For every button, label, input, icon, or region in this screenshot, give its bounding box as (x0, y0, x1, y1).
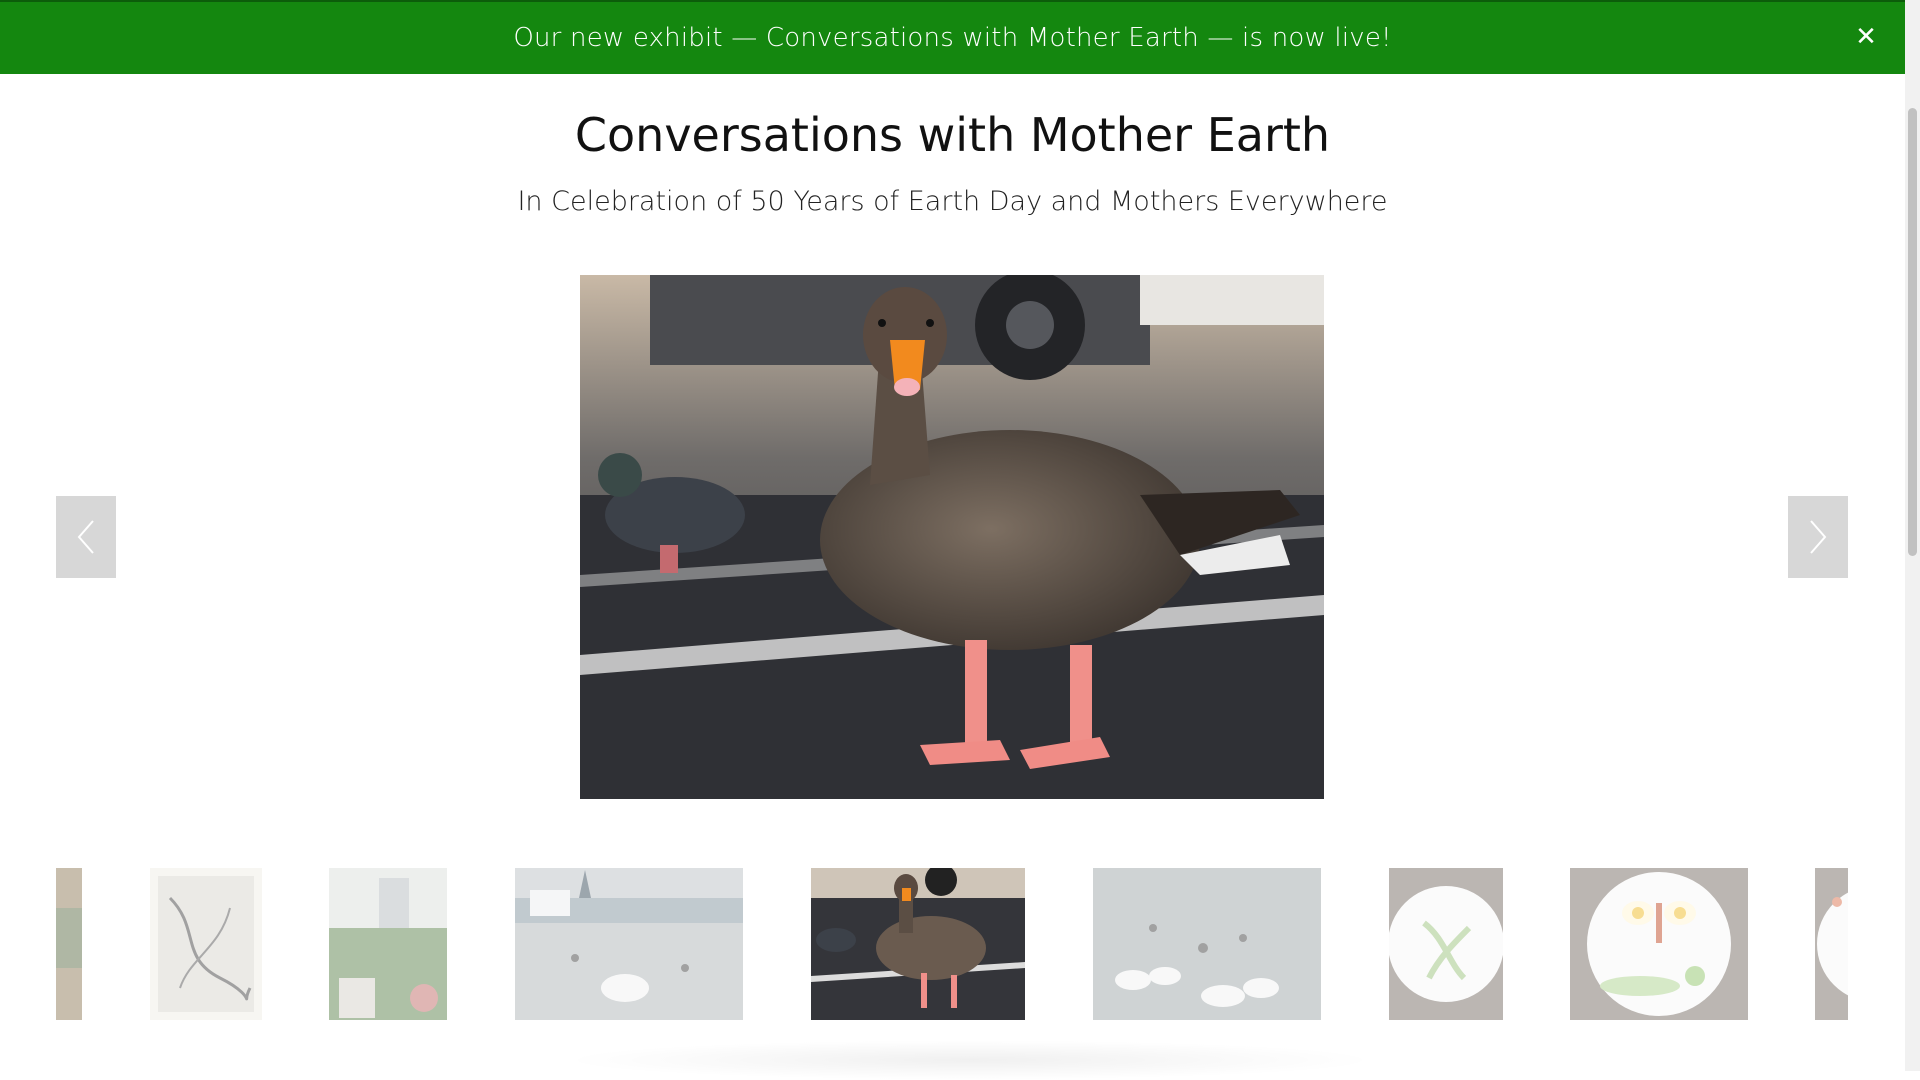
thumbnail-item[interactable] (1093, 868, 1321, 1020)
page-footer-shadow (560, 1040, 1380, 1080)
next-slide-button[interactable] (1788, 496, 1848, 578)
announcement-banner: Our new exhibit — Conversations with Mot… (0, 0, 1905, 74)
thumbnail-item[interactable] (329, 868, 447, 1020)
close-icon[interactable]: ✕ (1853, 24, 1879, 50)
thumbnail-item[interactable] (515, 868, 743, 1020)
page-subtitle: In Celebration of 50 Years of Earth Day … (517, 186, 1388, 217)
thumbnail-strip (56, 868, 1848, 1020)
vertical-scrollbar[interactable] (1905, 0, 1920, 1071)
main-slide-image (580, 275, 1324, 799)
thumbnail-item[interactable] (150, 868, 262, 1020)
thumbnail-item-selected[interactable] (811, 868, 1025, 1020)
thumbnail-item[interactable] (1815, 868, 1848, 1020)
thumbnail-item[interactable] (1389, 868, 1503, 1020)
prev-slide-button[interactable] (56, 496, 116, 578)
banner-text: Our new exhibit — Conversations with Mot… (513, 23, 1392, 53)
page-title: Conversations with Mother Earth (574, 108, 1331, 162)
chevron-left-icon (77, 520, 94, 554)
chevron-right-icon (1810, 520, 1827, 554)
scrollbar-thumb[interactable] (1908, 108, 1917, 556)
thumbnail-item[interactable] (56, 868, 82, 1020)
thumbnail-item[interactable] (1570, 868, 1748, 1020)
